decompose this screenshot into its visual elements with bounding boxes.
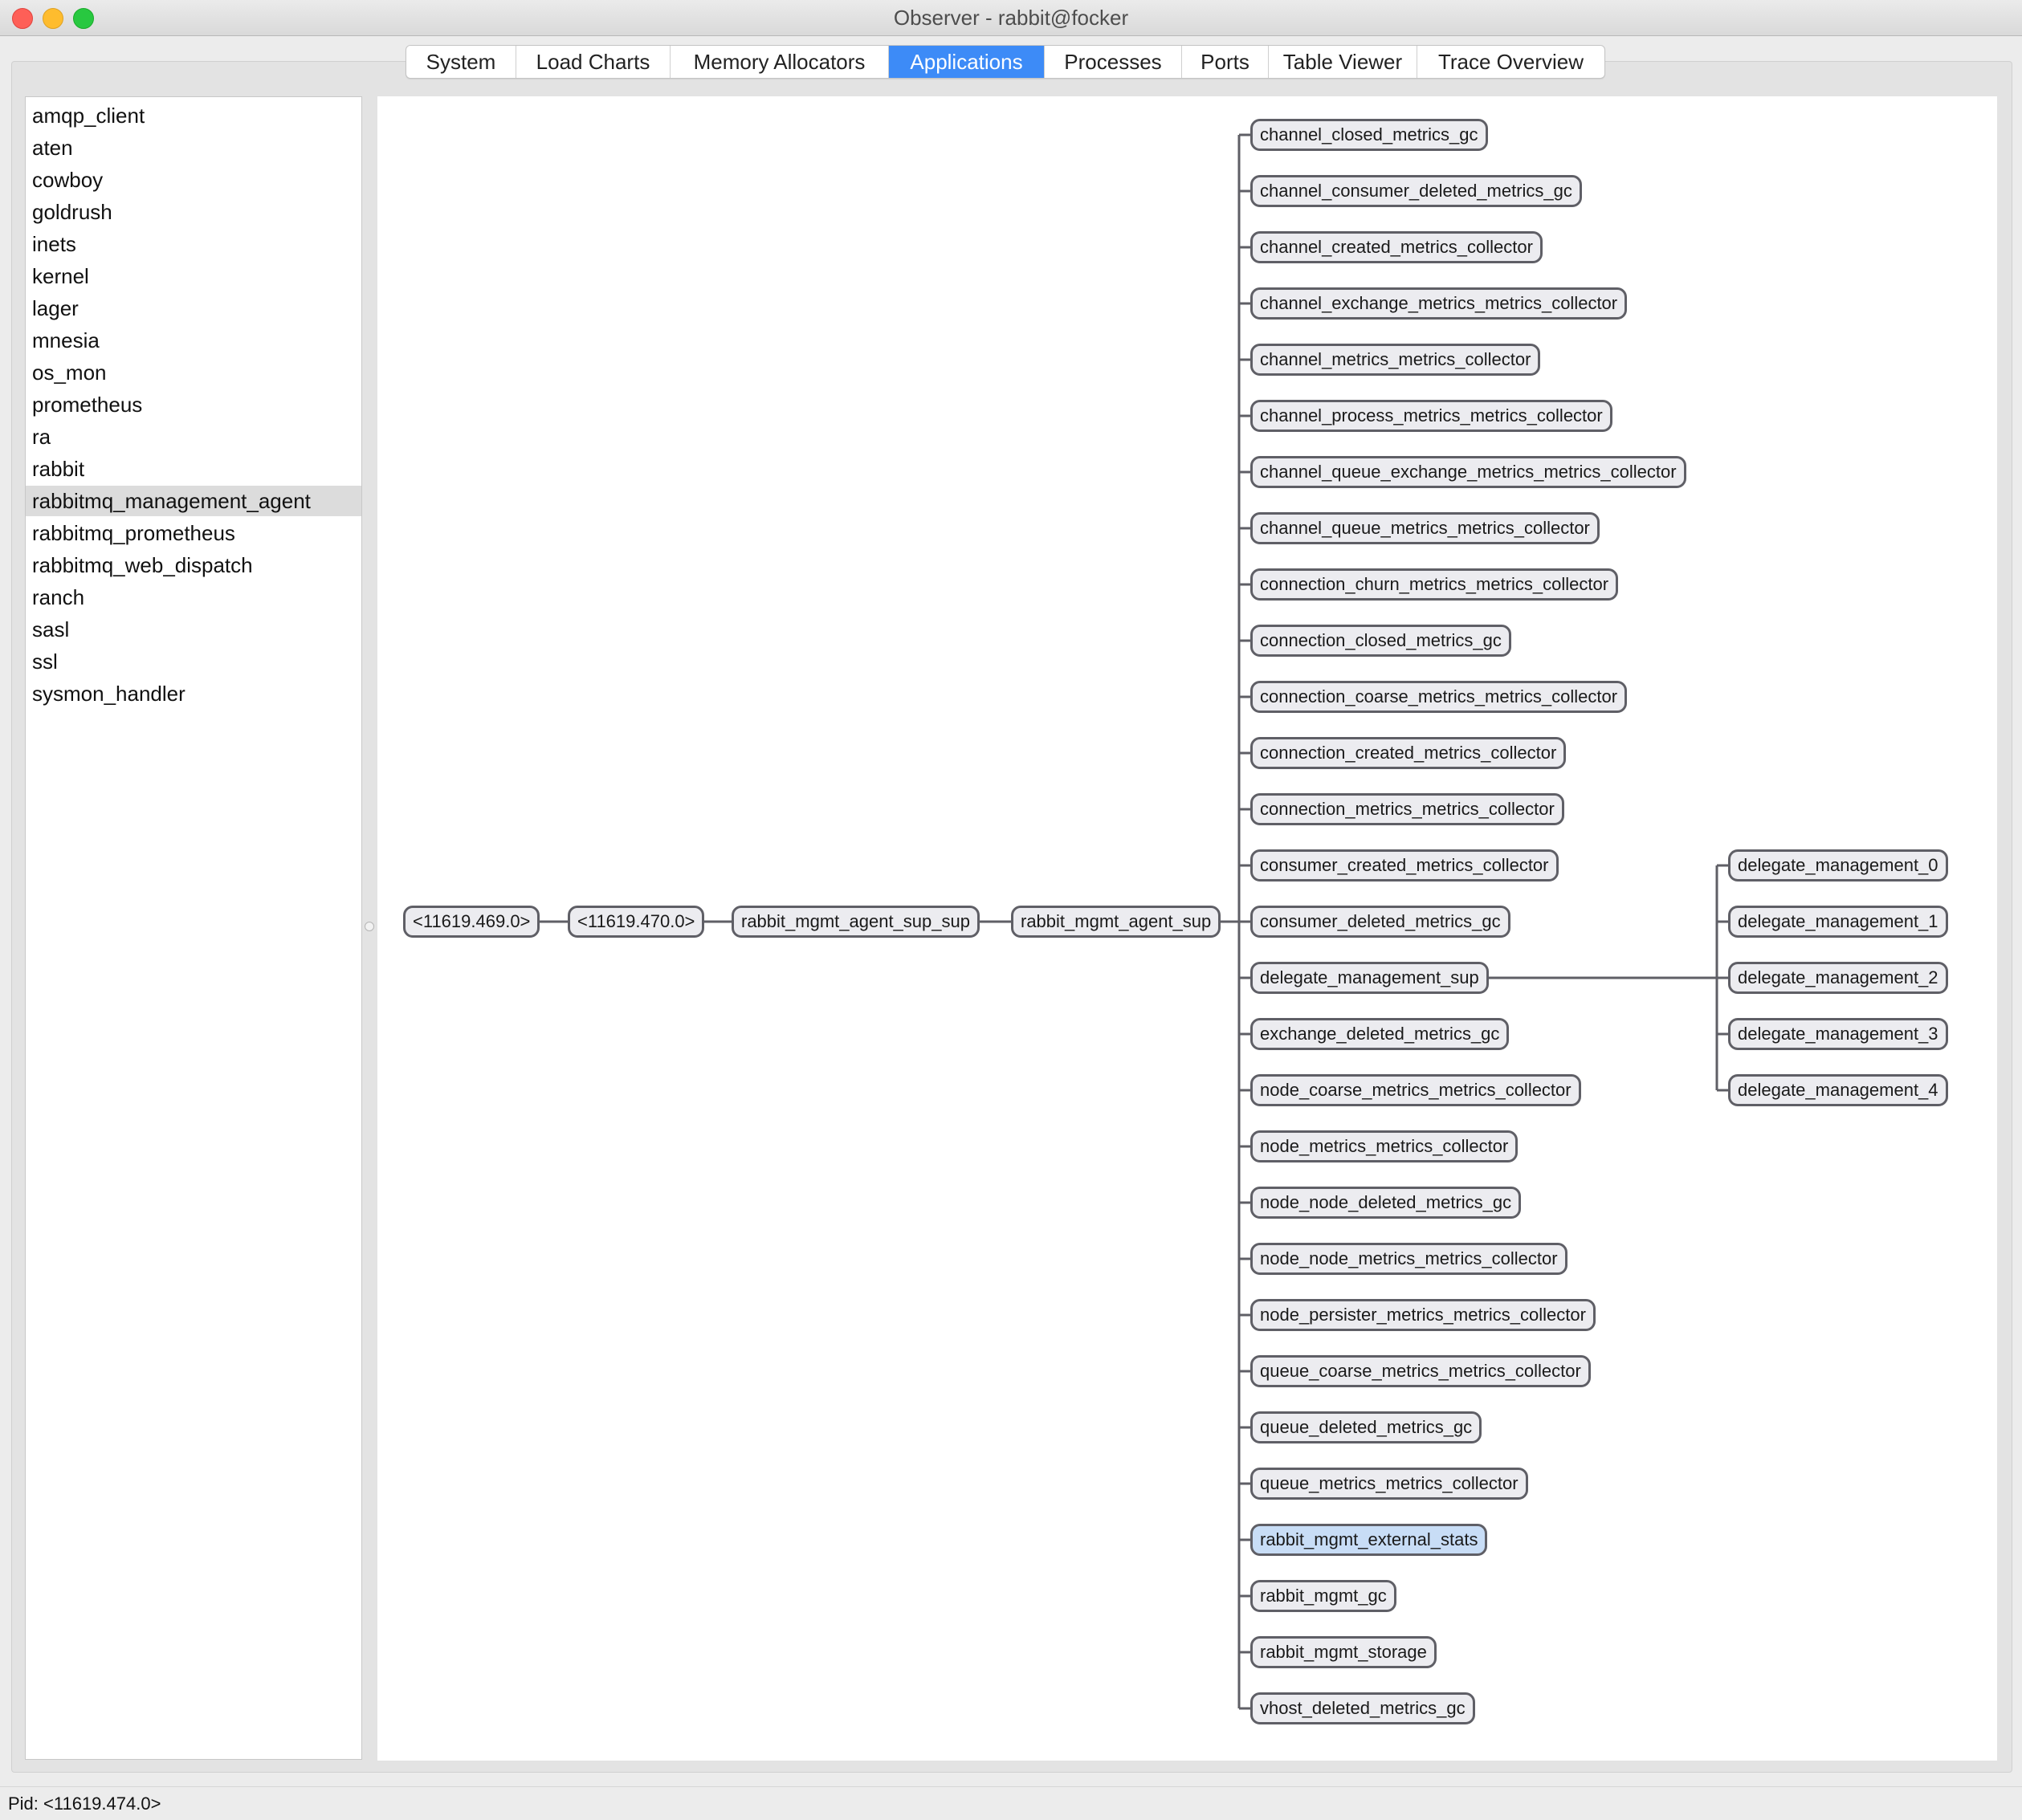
process-node[interactable]: delegate_management_1 bbox=[1728, 906, 1948, 938]
process-node[interactable]: queue_deleted_metrics_gc bbox=[1250, 1411, 1482, 1443]
process-node[interactable]: connection_closed_metrics_gc bbox=[1250, 625, 1511, 657]
app-list-item[interactable]: rabbit bbox=[26, 454, 361, 484]
tab-bar: System Load Charts Memory Allocators App… bbox=[406, 45, 1605, 79]
process-node[interactable]: delegate_management_2 bbox=[1728, 962, 1948, 994]
app-list-item[interactable]: sasl bbox=[26, 614, 361, 645]
process-node[interactable]: rabbit_mgmt_agent_sup bbox=[1011, 906, 1221, 938]
app-list-item[interactable]: aten bbox=[26, 132, 361, 163]
process-node[interactable]: rabbit_mgmt_gc bbox=[1250, 1580, 1396, 1612]
process-node[interactable]: delegate_management_4 bbox=[1728, 1074, 1948, 1106]
process-node[interactable]: <11619.470.0> bbox=[568, 906, 705, 938]
app-list-item[interactable]: kernel bbox=[26, 261, 361, 291]
app-list-item[interactable]: rabbitmq_prometheus bbox=[26, 518, 361, 548]
process-node[interactable]: exchange_deleted_metrics_gc bbox=[1250, 1018, 1510, 1050]
process-node[interactable]: channel_queue_metrics_metrics_collector bbox=[1250, 512, 1600, 544]
tab-trace-overview[interactable]: Trace Overview bbox=[1417, 46, 1604, 78]
process-node[interactable]: rabbit_mgmt_external_stats bbox=[1250, 1524, 1488, 1556]
process-node[interactable]: connection_churn_metrics_metrics_collect… bbox=[1250, 568, 1619, 601]
process-node[interactable]: channel_created_metrics_collector bbox=[1250, 231, 1543, 263]
app-list-item[interactable]: os_mon bbox=[26, 357, 361, 388]
process-node[interactable]: channel_process_metrics_metrics_collecto… bbox=[1250, 400, 1612, 432]
tab-table-viewer[interactable]: Table Viewer bbox=[1269, 46, 1417, 78]
app-list-item[interactable]: lager bbox=[26, 293, 361, 324]
process-node[interactable]: channel_queue_exchange_metrics_metrics_c… bbox=[1250, 456, 1686, 488]
process-node[interactable]: node_node_metrics_metrics_collector bbox=[1250, 1243, 1567, 1275]
process-node[interactable]: channel_metrics_metrics_collector bbox=[1250, 344, 1541, 376]
tab-memory-allocators[interactable]: Memory Allocators bbox=[671, 46, 889, 78]
app-list-item[interactable]: cowboy bbox=[26, 165, 361, 195]
window-title: Observer - rabbit@focker bbox=[893, 6, 1129, 30]
status-bar: Pid: <11619.474.0> bbox=[0, 1786, 2022, 1820]
process-node[interactable]: connection_coarse_metrics_metrics_collec… bbox=[1250, 681, 1628, 713]
splitter-handle[interactable] bbox=[365, 922, 374, 931]
process-node[interactable]: vhost_deleted_metrics_gc bbox=[1250, 1692, 1475, 1724]
title-bar: Observer - rabbit@focker bbox=[0, 0, 2022, 36]
process-node[interactable]: delegate_management_sup bbox=[1250, 962, 1489, 994]
app-list-item[interactable]: rabbitmq_management_agent bbox=[26, 486, 361, 516]
tab-applications[interactable]: Applications bbox=[889, 46, 1045, 78]
process-node[interactable]: connection_metrics_metrics_collector bbox=[1250, 793, 1564, 825]
app-list-item[interactable]: goldrush bbox=[26, 197, 361, 227]
app-list-item[interactable]: amqp_client bbox=[26, 100, 361, 131]
process-tree-canvas[interactable]: channel_closed_metrics_gc channel_consume… bbox=[377, 96, 1997, 1761]
process-node[interactable]: delegate_management_3 bbox=[1728, 1018, 1948, 1050]
process-node[interactable]: rabbit_mgmt_storage bbox=[1250, 1636, 1437, 1668]
process-node[interactable]: queue_metrics_metrics_collector bbox=[1250, 1468, 1528, 1500]
status-pid: Pid: <11619.474.0> bbox=[8, 1794, 161, 1814]
process-node[interactable]: channel_exchange_metrics_metrics_collect… bbox=[1250, 287, 1628, 320]
app-list-item[interactable]: sysmon_handler bbox=[26, 678, 361, 709]
app-list-item[interactable]: mnesia bbox=[26, 325, 361, 356]
process-node[interactable]: rabbit_mgmt_agent_sup_sup bbox=[732, 906, 980, 938]
process-node[interactable]: node_metrics_metrics_collector bbox=[1250, 1130, 1519, 1162]
process-node[interactable]: <11619.469.0> bbox=[403, 906, 540, 938]
process-node[interactable]: channel_consumer_deleted_metrics_gc bbox=[1250, 175, 1582, 207]
process-node[interactable]: consumer_deleted_metrics_gc bbox=[1250, 906, 1510, 938]
app-list-item[interactable]: ra bbox=[26, 421, 361, 452]
app-list-item[interactable]: rabbitmq_web_dispatch bbox=[26, 550, 361, 580]
process-node[interactable]: node_node_deleted_metrics_gc bbox=[1250, 1187, 1522, 1219]
app-list-item[interactable]: ranch bbox=[26, 582, 361, 613]
tab-system[interactable]: System bbox=[406, 46, 516, 78]
process-node[interactable]: delegate_management_0 bbox=[1728, 849, 1948, 881]
process-node[interactable]: connection_created_metrics_collector bbox=[1250, 737, 1567, 769]
app-list-item[interactable]: prometheus bbox=[26, 389, 361, 420]
tab-processes[interactable]: Processes bbox=[1045, 46, 1182, 78]
process-node[interactable]: node_persister_metrics_metrics_collector bbox=[1250, 1299, 1596, 1331]
process-node[interactable]: queue_coarse_metrics_metrics_collector bbox=[1250, 1355, 1591, 1387]
tab-ports[interactable]: Ports bbox=[1182, 46, 1269, 78]
process-node[interactable]: node_coarse_metrics_metrics_collector bbox=[1250, 1074, 1581, 1106]
application-list[interactable]: amqp_client aten cowboy goldrush inets kernel… bbox=[25, 96, 362, 1760]
app-list-item[interactable]: ssl bbox=[26, 646, 361, 677]
process-node[interactable]: consumer_created_metrics_collector bbox=[1250, 849, 1559, 881]
app-list-item[interactable]: inets bbox=[26, 229, 361, 259]
process-node[interactable]: channel_closed_metrics_gc bbox=[1250, 119, 1488, 151]
tab-load-charts[interactable]: Load Charts bbox=[516, 46, 671, 78]
